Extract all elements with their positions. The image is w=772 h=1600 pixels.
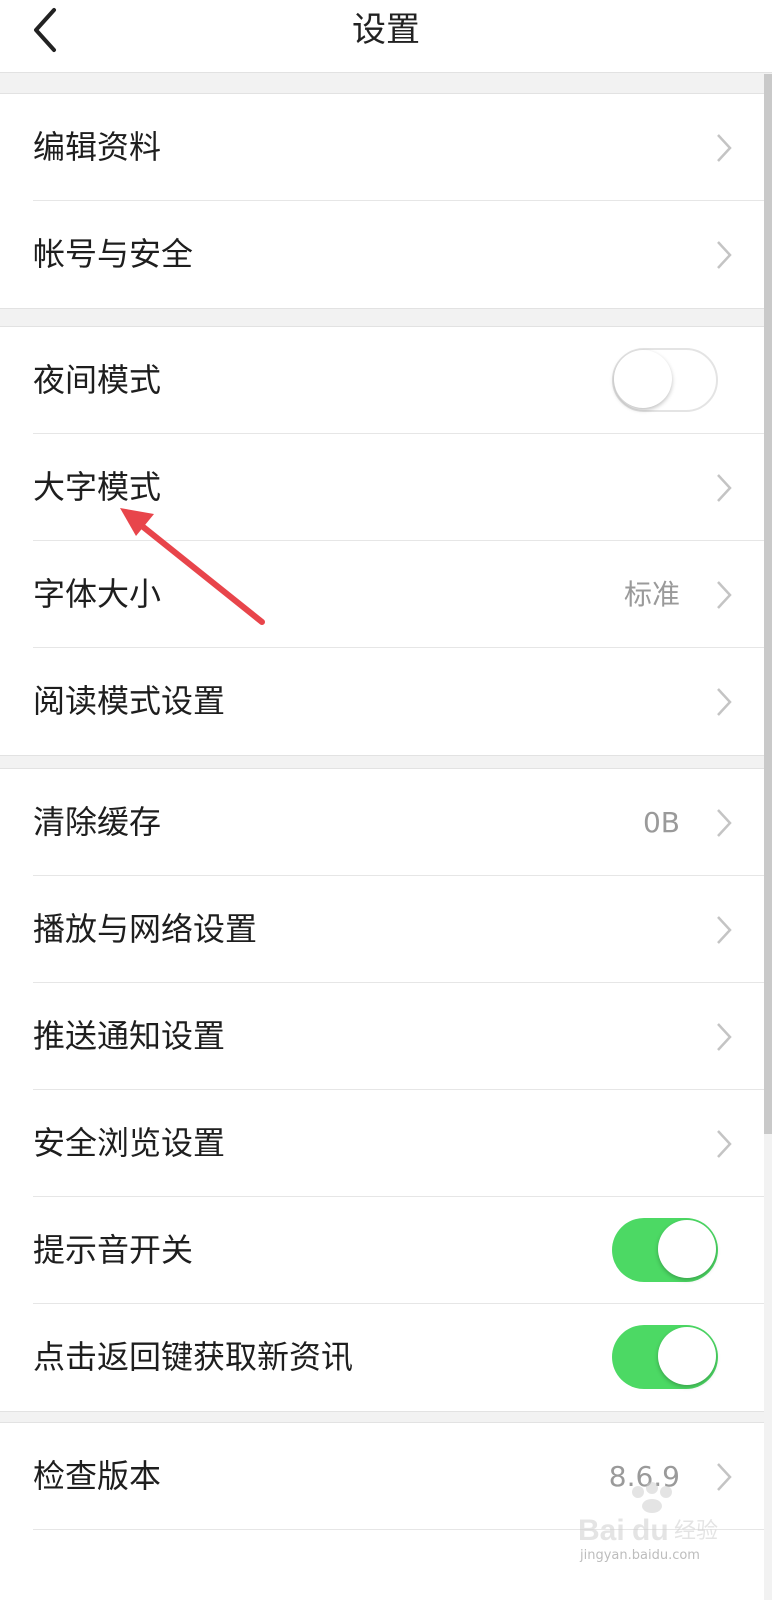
svg-text:经验: 经验 (674, 1519, 718, 1544)
chevron-right-icon (717, 809, 732, 837)
toggle-knob (658, 1327, 716, 1385)
settings-item-back-key-refresh[interactable]: 点击返回键获取新资讯 (0, 1304, 764, 1411)
cache-size-value: 0B (642, 806, 680, 839)
chevron-right-icon (717, 134, 732, 162)
top-bar: 设置 (0, 0, 772, 73)
settings-item-playback-network[interactable]: 播放与网络设置 (0, 876, 764, 983)
chevron-right-icon (717, 474, 732, 502)
chevron-right-icon (717, 581, 732, 609)
settings-item-sound-switch[interactable]: 提示音开关 (0, 1197, 764, 1304)
settings-item-reading-mode[interactable]: 阅读模式设置 (0, 648, 764, 755)
watermark-url: jingyan.baidu.com (580, 1548, 700, 1563)
page-title: 设置 (352, 10, 420, 50)
chevron-right-icon (717, 688, 732, 716)
scrollbar[interactable] (764, 74, 772, 1134)
sound-toggle[interactable] (612, 1218, 718, 1282)
settings-item-edit-profile[interactable]: 编辑资料 (0, 94, 764, 201)
settings-item-label: 点击返回键获取新资讯 (33, 1338, 354, 1376)
settings-item-push-notifications[interactable]: 推送通知设置 (0, 983, 764, 1090)
svg-text:du: du (632, 1514, 669, 1547)
settings-item-label: 帐号与安全 (33, 235, 194, 273)
svg-text:Bai: Bai (578, 1514, 625, 1547)
settings-item-label: 播放与网络设置 (33, 910, 258, 948)
annotation-arrow-icon (120, 508, 265, 625)
toggle-knob (614, 350, 672, 408)
settings-item-label: 安全浏览设置 (33, 1124, 226, 1162)
settings-item-label: 阅读模式设置 (33, 682, 226, 720)
settings-item-label: 检查版本 (33, 1457, 162, 1495)
settings-group-general: 清除缓存 0B 播放与网络设置 推送通知设置 安全浏览设置 提示音开关 点击返回… (0, 768, 764, 1412)
night-mode-toggle[interactable] (612, 348, 718, 412)
settings-item-label: 夜间模式 (33, 361, 162, 399)
settings-item-label: 推送通知设置 (33, 1017, 226, 1055)
settings-item-account-security[interactable]: 帐号与安全 (0, 201, 764, 308)
settings-item-safe-browsing[interactable]: 安全浏览设置 (0, 1090, 764, 1197)
chevron-right-icon (717, 1130, 732, 1158)
settings-item-night-mode[interactable]: 夜间模式 (0, 327, 764, 434)
settings-group-profile: 编辑资料 帐号与安全 (0, 93, 764, 309)
chevron-right-icon (717, 916, 732, 944)
settings-item-label: 编辑资料 (33, 128, 162, 166)
settings-item-label: 清除缓存 (33, 803, 162, 841)
settings-item-label: 提示音开关 (33, 1231, 194, 1269)
back-key-refresh-toggle[interactable] (612, 1325, 718, 1389)
chevron-right-icon (717, 1023, 732, 1051)
font-size-value: 标准 (623, 578, 680, 611)
settings-item-clear-cache[interactable]: 清除缓存 0B (0, 769, 764, 876)
chevron-right-icon (717, 241, 732, 269)
toggle-knob (658, 1220, 716, 1278)
